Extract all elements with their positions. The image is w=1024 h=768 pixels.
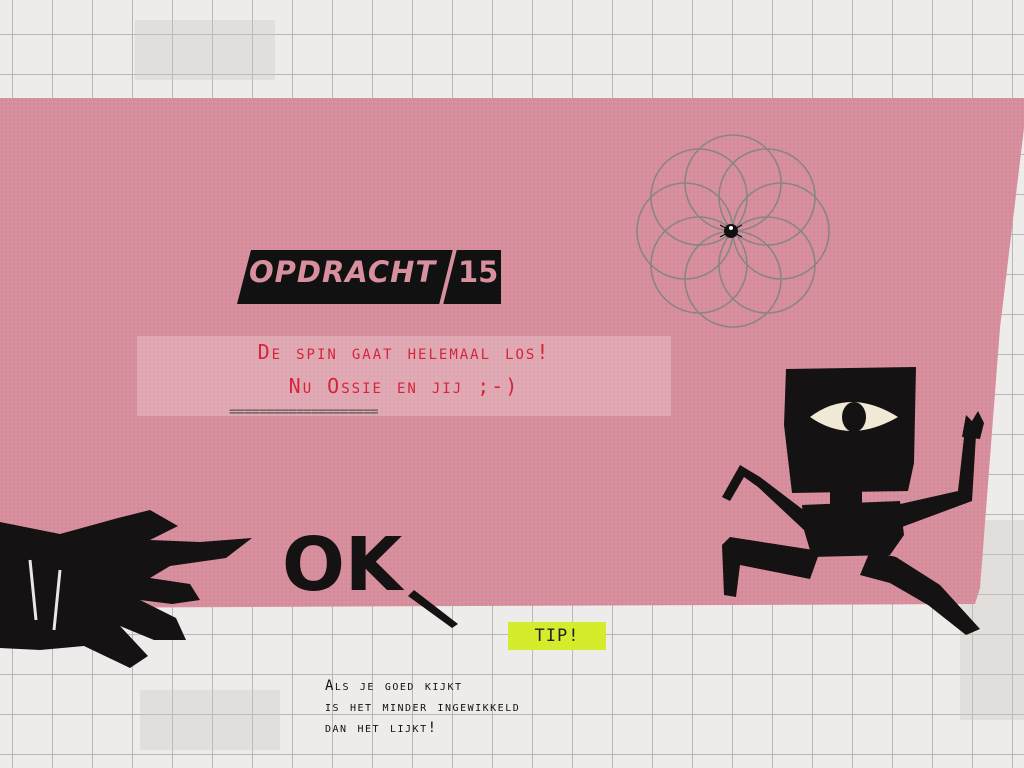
background-scrap: [140, 690, 280, 750]
tip-text: Als je goed kijkt is het minder ingewikk…: [325, 678, 521, 736]
ok-button-label: OK: [282, 522, 405, 608]
ok-button-graphic: OK: [282, 522, 458, 628]
message-line-1: De spin gaat helemaal los!: [257, 340, 551, 364]
tip-button-label: TIP!: [534, 626, 580, 646]
pointing-hand-icon: [0, 510, 252, 668]
ossie-running-figure-icon: [722, 367, 984, 635]
spirograph-rosette-icon: [636, 134, 830, 328]
message-rule: ====================: [229, 404, 379, 420]
assignment-number: 15: [458, 255, 499, 289]
ok-button[interactable]: OK: [276, 520, 466, 630]
assignment-label: OPDRACHT: [249, 255, 437, 289]
tip-button[interactable]: TIP!: [508, 622, 606, 650]
background-scrap: [135, 20, 275, 80]
message-line-2: Nu Ossie en jij ;-): [288, 374, 520, 398]
